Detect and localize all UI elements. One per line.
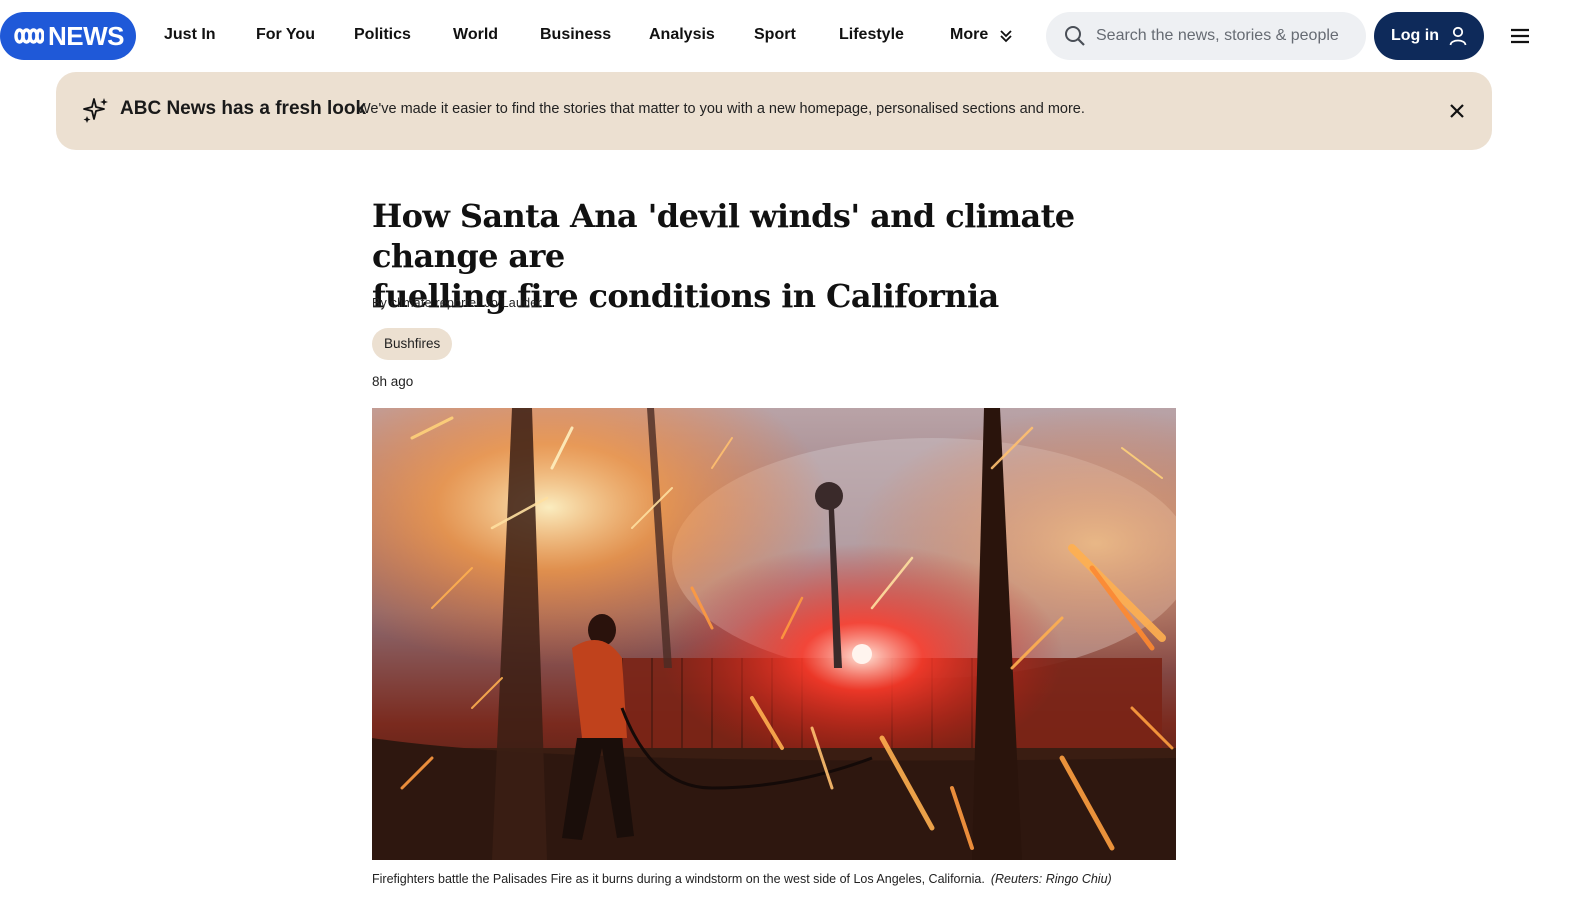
nav-analysis[interactable]: Analysis (649, 24, 715, 46)
search-box[interactable] (1046, 12, 1366, 60)
image-credit: (Reuters: Ringo Chiu) (990, 872, 1112, 886)
search-input[interactable] (1096, 27, 1356, 45)
banner-title: ABC News has a fresh look (120, 98, 367, 119)
image-caption: Firefighters battle the Palisades Fire a… (372, 872, 1112, 886)
nav-for-you[interactable]: For You (256, 24, 315, 46)
abc-logo-icon (14, 28, 44, 44)
double-chevron-down-icon[interactable] (999, 29, 1013, 43)
nav-sport[interactable]: Sport (754, 24, 796, 46)
logo-wordmark: NEWS (48, 20, 125, 51)
fresh-look-banner: ABC News has a fresh look We've made it … (56, 72, 1492, 150)
caption-text: Firefighters battle the Palisades Fire a… (372, 872, 985, 886)
banner-message: We've made it easier to find the stories… (357, 101, 1085, 117)
nav-world[interactable]: World (453, 24, 498, 46)
nav-politics[interactable]: Politics (354, 24, 411, 46)
abc-news-logo[interactable]: NEWS (0, 12, 136, 60)
sparkle-icon (83, 98, 108, 123)
top-navigation: NEWS Just In For You Politics World Busi… (0, 0, 1572, 72)
headline-line-1: How Santa Ana 'devil winds' and climate … (372, 197, 1075, 275)
close-icon[interactable] (1448, 102, 1466, 120)
hero-image (372, 408, 1176, 860)
article: How Santa Ana 'devil winds' and climate … (372, 196, 1176, 886)
article-byline[interactable]: By climate reporter Jo Lauder (372, 296, 542, 310)
nav-just-in[interactable]: Just In (164, 24, 216, 46)
login-button[interactable]: Log in (1374, 12, 1484, 60)
nav-more[interactable]: More (950, 24, 988, 46)
search-icon (1065, 26, 1085, 46)
hamburger-menu-icon[interactable] (1508, 24, 1534, 48)
nav-lifestyle[interactable]: Lifestyle (839, 24, 904, 46)
user-icon (1449, 26, 1467, 46)
login-label: Log in (1391, 27, 1439, 44)
topic-tag[interactable]: Bushfires (372, 328, 453, 360)
nav-business[interactable]: Business (540, 24, 611, 46)
published-time: 8h ago (372, 374, 414, 389)
